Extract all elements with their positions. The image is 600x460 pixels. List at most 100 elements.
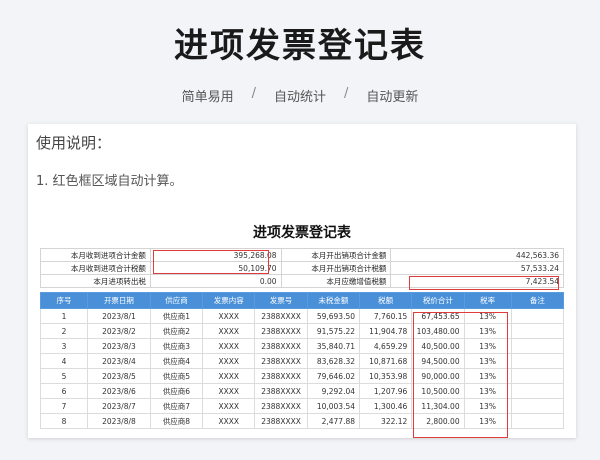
table-cell[interactable]: 1,300.46 xyxy=(358,398,413,414)
summary-value[interactable]: 442,563.36 xyxy=(390,248,564,262)
table-cell[interactable]: 2023/8/4 xyxy=(87,353,151,369)
table-cell[interactable]: 10,003.54 xyxy=(306,398,361,414)
table-cell[interactable]: 2388XXXX xyxy=(254,353,308,369)
table-cell[interactable]: 供应商5 xyxy=(149,368,204,384)
table-cell[interactable]: 7 xyxy=(39,398,89,414)
table-cell[interactable] xyxy=(510,323,565,339)
table-cell[interactable] xyxy=(510,368,565,384)
table-cell[interactable]: 40,500.00 xyxy=(411,338,465,354)
table-row[interactable]: 4 2023/8/4 供应商4 XXXX 2388XXXX 83,628.32 10,871… xyxy=(39,353,565,369)
table-cell[interactable]: 2023/8/2 xyxy=(87,323,151,339)
column-header[interactable]: 序号 xyxy=(39,292,89,309)
table-cell[interactable]: XXXX xyxy=(202,323,256,339)
table-cell[interactable]: 8 xyxy=(39,413,89,429)
table-cell[interactable]: 59,693.50 xyxy=(306,308,361,324)
table-cell[interactable]: 2,477.88 xyxy=(306,413,361,429)
table-cell[interactable]: 2388XXXX xyxy=(254,413,308,429)
table-cell[interactable]: XXXX xyxy=(202,413,256,429)
table-row[interactable]: 6 2023/8/6 供应商6 XXXX 2388XXXX 9,292.04 1,207.9… xyxy=(39,383,565,399)
table-cell[interactable]: 35,840.71 xyxy=(306,338,361,354)
table-cell[interactable]: 2388XXXX xyxy=(254,383,308,399)
table-cell[interactable]: 13% xyxy=(463,308,512,324)
table-cell[interactable]: 90,000.00 xyxy=(411,368,465,384)
table-cell[interactable]: 103,480.00 xyxy=(411,323,465,339)
table-cell[interactable]: 10,871.68 xyxy=(358,353,413,369)
table-cell[interactable]: 83,628.32 xyxy=(306,353,361,369)
table-cell[interactable]: 2388XXXX xyxy=(254,368,308,384)
table-row[interactable]: 1 2023/8/1 供应商1 XXXX 2388XXXX 59,693.50 7,760.… xyxy=(39,308,565,324)
table-cell[interactable]: 91,575.22 xyxy=(306,323,361,339)
table-cell[interactable]: 2388XXXX xyxy=(254,398,308,414)
summary-value[interactable]: 50,109.70 xyxy=(149,261,282,275)
table-cell[interactable]: XXXX xyxy=(202,308,256,324)
table-cell[interactable]: 供应商4 xyxy=(149,353,204,369)
table-cell[interactable]: 13% xyxy=(463,338,512,354)
table-cell[interactable]: 13% xyxy=(463,383,512,399)
table-cell[interactable] xyxy=(510,353,565,369)
table-cell[interactable]: XXXX xyxy=(202,383,256,399)
table-cell[interactable]: 供应商7 xyxy=(149,398,204,414)
table-cell[interactable]: 6 xyxy=(39,383,89,399)
table-cell[interactable]: 11,904.78 xyxy=(358,323,413,339)
table-cell[interactable]: 2388XXXX xyxy=(254,338,308,354)
column-header[interactable]: 税价合计 xyxy=(411,292,465,309)
table-cell[interactable]: 13% xyxy=(463,323,512,339)
column-header[interactable]: 税率 xyxy=(463,292,512,309)
table-cell[interactable]: 13% xyxy=(463,368,512,384)
table-cell[interactable]: 10,500.00 xyxy=(411,383,465,399)
table-cell[interactable]: 2023/8/1 xyxy=(87,308,151,324)
table-cell[interactable]: 2388XXXX xyxy=(254,323,308,339)
table-cell[interactable]: 供应商1 xyxy=(149,308,204,324)
summary-value[interactable]: 7,423.54 xyxy=(390,274,564,288)
table-cell[interactable]: 94,500.00 xyxy=(411,353,465,369)
summary-value[interactable]: 0.00 xyxy=(149,274,282,288)
table-cell[interactable]: XXXX xyxy=(202,368,256,384)
table-cell[interactable]: 供应商8 xyxy=(149,413,204,429)
column-header[interactable]: 备注 xyxy=(510,292,565,309)
table-row[interactable]: 7 2023/8/7 供应商7 XXXX 2388XXXX 10,003.54 1,300.… xyxy=(39,398,565,414)
table-cell[interactable]: 5 xyxy=(39,368,89,384)
table-cell[interactable]: 2023/8/7 xyxy=(87,398,151,414)
column-header[interactable]: 未税金额 xyxy=(306,292,361,309)
table-cell[interactable]: 供应商6 xyxy=(149,383,204,399)
table-row[interactable]: 8 2023/8/8 供应商8 XXXX 2388XXXX 2,477.88 322.12 2… xyxy=(39,413,565,429)
table-cell[interactable]: 1,207.96 xyxy=(358,383,413,399)
table-cell[interactable]: 2 xyxy=(39,323,89,339)
table-cell[interactable] xyxy=(510,398,565,414)
table-cell[interactable]: 10,353.98 xyxy=(358,368,413,384)
table-cell[interactable]: 2,800.00 xyxy=(411,413,465,429)
table-cell[interactable]: XXXX xyxy=(202,353,256,369)
column-header[interactable]: 供应商 xyxy=(149,292,204,309)
column-header[interactable]: 发票号 xyxy=(254,292,308,309)
table-row[interactable]: 3 2023/8/3 供应商3 XXXX 2388XXXX 35,840.71 4,659.… xyxy=(39,338,565,354)
table-cell[interactable] xyxy=(510,338,565,354)
column-header[interactable]: 发票内容 xyxy=(202,292,256,309)
table-cell[interactable]: XXXX xyxy=(202,398,256,414)
table-cell[interactable]: 67,453.65 xyxy=(411,308,465,324)
column-header[interactable]: 开票日期 xyxy=(87,292,151,309)
table-cell[interactable]: 322.12 xyxy=(358,413,413,429)
table-row[interactable]: 2 2023/8/2 供应商2 XXXX 2388XXXX 91,575.22 11,904… xyxy=(39,323,565,339)
table-cell[interactable]: 供应商2 xyxy=(149,323,204,339)
table-cell[interactable] xyxy=(510,308,565,324)
table-cell[interactable]: 2388XXXX xyxy=(254,308,308,324)
table-cell[interactable]: 13% xyxy=(463,413,512,429)
summary-value[interactable]: 395,268.08 xyxy=(149,248,282,262)
table-cell[interactable]: 供应商3 xyxy=(149,338,204,354)
summary-value[interactable]: 57,533.24 xyxy=(390,261,564,275)
table-cell[interactable]: 2023/8/3 xyxy=(87,338,151,354)
table-cell[interactable]: 9,292.04 xyxy=(306,383,361,399)
table-cell[interactable]: 13% xyxy=(463,353,512,369)
table-cell[interactable]: 2023/8/6 xyxy=(87,383,151,399)
table-cell[interactable]: 4 xyxy=(39,353,89,369)
table-cell[interactable]: 2023/8/5 xyxy=(87,368,151,384)
table-cell[interactable]: 1 xyxy=(39,308,89,324)
table-cell[interactable]: 13% xyxy=(463,398,512,414)
table-cell[interactable] xyxy=(510,413,565,429)
table-cell[interactable]: 2023/8/8 xyxy=(87,413,151,429)
table-cell[interactable]: 7,760.15 xyxy=(358,308,413,324)
table-row[interactable]: 5 2023/8/5 供应商5 XXXX 2388XXXX 79,646.02 10,353… xyxy=(39,368,565,384)
column-header[interactable]: 税额 xyxy=(358,292,413,309)
table-cell[interactable]: 3 xyxy=(39,338,89,354)
table-cell[interactable]: 79,646.02 xyxy=(306,368,361,384)
